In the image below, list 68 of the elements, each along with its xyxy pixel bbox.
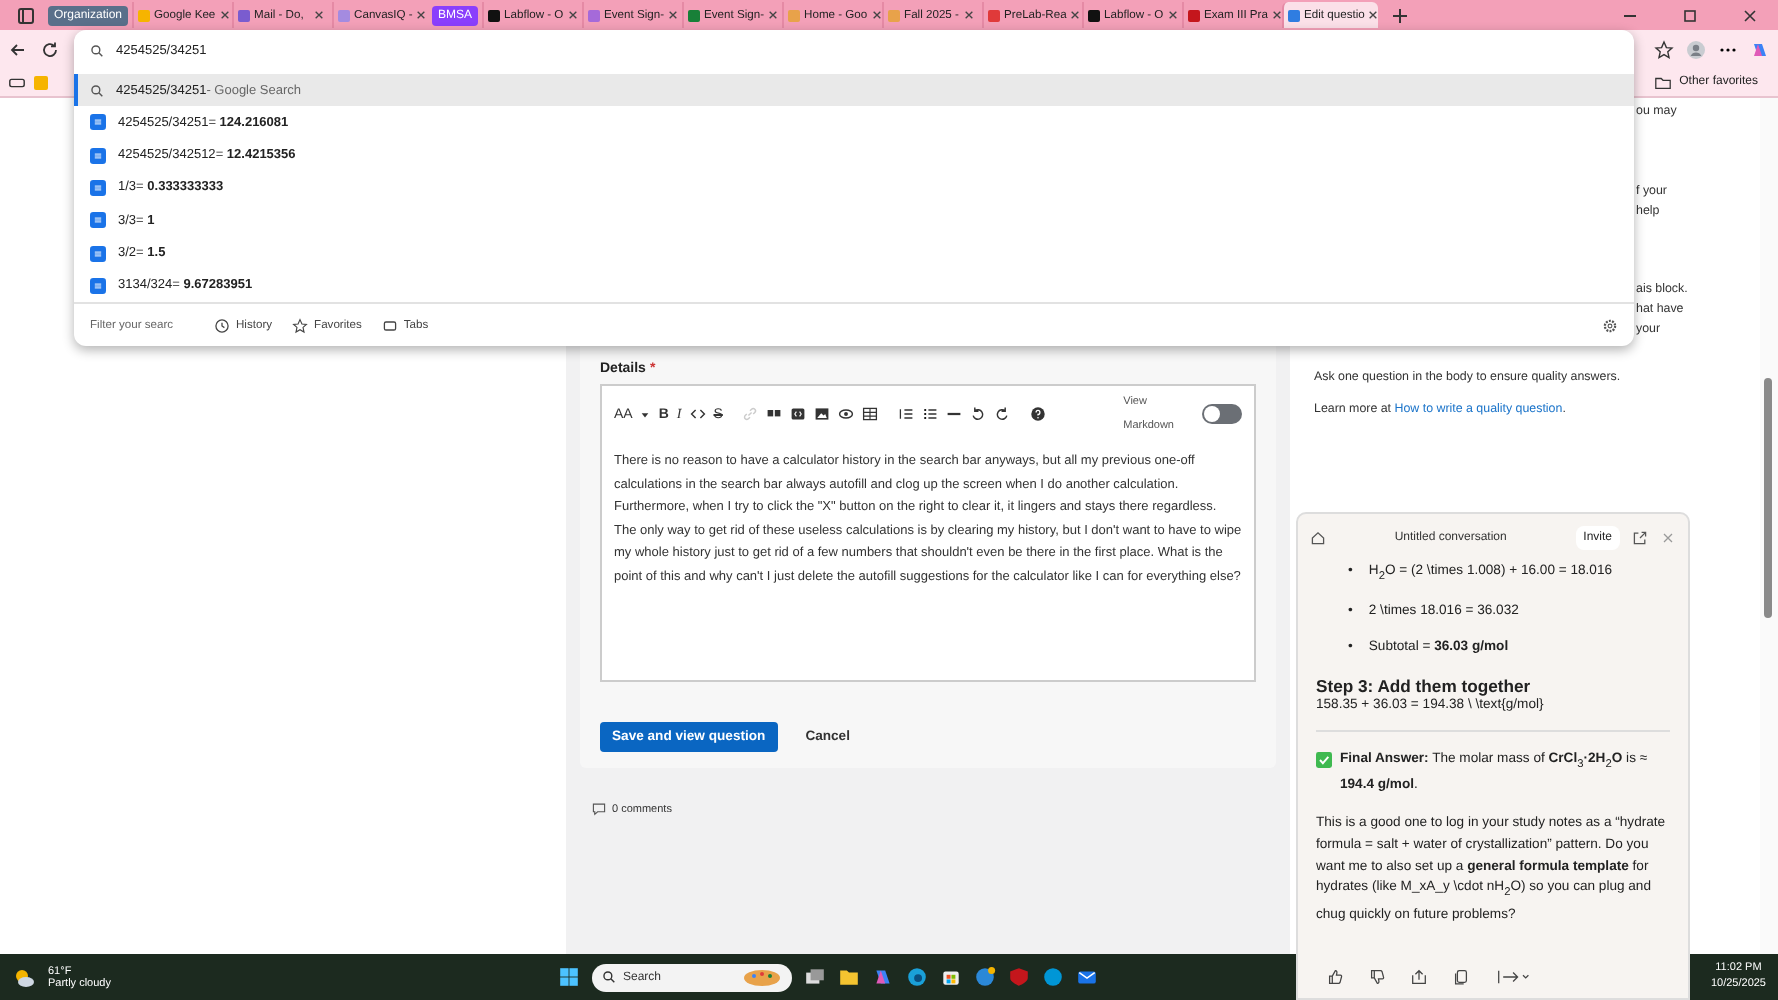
close-icon[interactable] [1368, 10, 1379, 20]
code-block-icon[interactable] [790, 406, 807, 422]
export-icon[interactable] [1494, 967, 1534, 985]
reading-icon[interactable] [8, 73, 26, 91]
close-icon[interactable] [219, 10, 230, 20]
close-icon[interactable] [871, 10, 882, 20]
settings-icon[interactable] [1602, 317, 1618, 334]
search-icon [90, 83, 104, 98]
scrollbar[interactable] [1760, 98, 1778, 954]
search-icon [90, 44, 104, 59]
profile-icon[interactable] [1686, 39, 1706, 59]
tabs-icon [381, 317, 398, 334]
comment-icon [592, 802, 606, 816]
shield-icon[interactable] [1007, 966, 1029, 988]
copy-icon[interactable] [1452, 967, 1470, 985]
close-icon[interactable] [1070, 10, 1081, 20]
image-icon[interactable] [814, 406, 831, 422]
open-external-icon[interactable] [1632, 529, 1648, 545]
star-icon[interactable] [1654, 39, 1674, 59]
undo-icon[interactable] [970, 406, 987, 422]
redo-icon[interactable] [994, 406, 1011, 422]
checkmark-icon [1316, 752, 1332, 769]
close-window-icon[interactable] [1740, 5, 1760, 25]
calculator-icon [90, 277, 106, 294]
palette-icon [741, 967, 781, 987]
close-icon[interactable] [314, 10, 325, 20]
share-icon[interactable] [1410, 967, 1428, 985]
help-app-icon[interactable] [973, 966, 995, 988]
weather-icon [12, 965, 36, 989]
code-icon[interactable] [689, 406, 706, 422]
back-arrow-icon[interactable] [8, 39, 28, 59]
markdown-toggle[interactable] [1202, 404, 1242, 424]
tab-actions-icon[interactable] [16, 5, 36, 25]
calculator-icon [90, 212, 106, 229]
close-icon[interactable] [567, 10, 578, 20]
folder-icon [1653, 73, 1672, 91]
maximize-icon[interactable] [1680, 5, 1700, 25]
refresh-icon[interactable] [40, 39, 60, 59]
thumbs-up-icon[interactable] [1326, 967, 1344, 985]
calculator-icon [90, 114, 106, 131]
folder-icon[interactable] [837, 966, 859, 988]
thumbs-down-icon[interactable] [1368, 967, 1386, 985]
home-icon[interactable] [1310, 529, 1326, 545]
mail-icon[interactable] [1075, 966, 1097, 988]
store-icon[interactable] [939, 966, 961, 988]
star-icon [292, 317, 309, 334]
help-icon[interactable] [1030, 406, 1047, 422]
close-icon[interactable] [668, 10, 679, 20]
calculator-icon [90, 179, 106, 196]
step-heading: Step 3: Add them together [1316, 675, 1533, 697]
caret-icon[interactable] [640, 409, 651, 419]
new-tab-icon[interactable] [1390, 5, 1411, 25]
calculator-icon [90, 245, 106, 262]
close-icon[interactable] [416, 10, 427, 20]
bullet-list-icon[interactable] [922, 406, 939, 422]
close-icon[interactable] [964, 10, 975, 20]
spoiler-icon[interactable] [838, 406, 855, 422]
start-icon[interactable] [557, 966, 579, 988]
close-icon[interactable] [1167, 10, 1178, 20]
calculator-icon [90, 147, 106, 164]
clock-icon [214, 317, 230, 334]
search-icon [601, 970, 615, 984]
close-icon[interactable] [1271, 10, 1282, 20]
close-icon[interactable] [768, 10, 779, 20]
quote-icon[interactable] [766, 406, 783, 422]
task-view-icon[interactable] [803, 966, 825, 988]
table-icon[interactable] [862, 406, 879, 422]
numbered-list-icon[interactable] [898, 406, 915, 422]
